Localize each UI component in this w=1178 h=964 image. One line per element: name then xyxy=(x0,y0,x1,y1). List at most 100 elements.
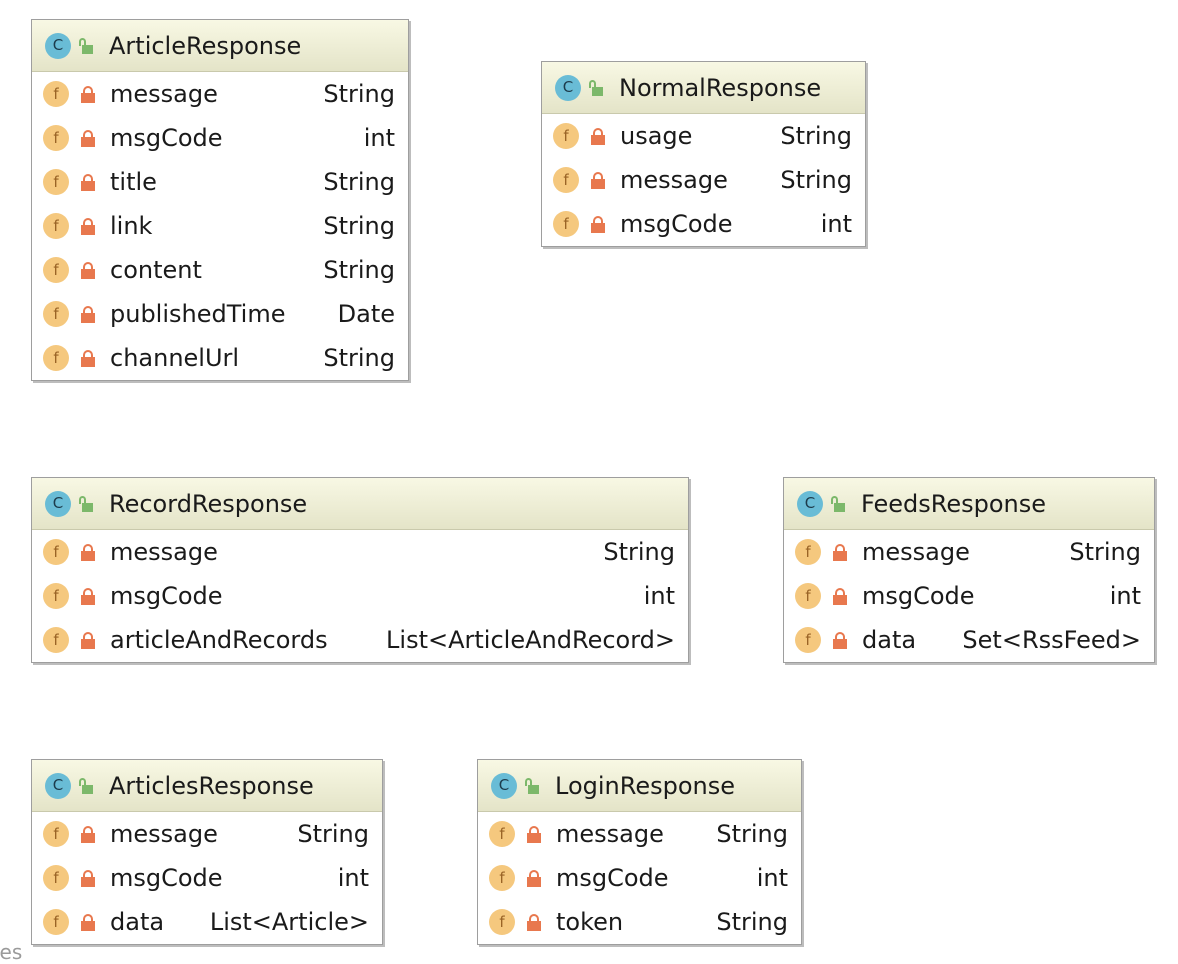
field-icon: f xyxy=(553,211,579,237)
field-name: content xyxy=(110,256,202,284)
field-row[interactable]: f data List<Article> xyxy=(32,900,382,944)
field-name: message xyxy=(556,820,664,848)
field-row[interactable]: f data Set<RssFeed> xyxy=(784,618,1154,662)
private-lock-icon xyxy=(591,215,605,233)
field-type: String xyxy=(780,166,852,194)
field-icon: f xyxy=(43,627,69,653)
field-type: List<ArticleAndRecord> xyxy=(386,626,675,654)
class-name: LoginResponse xyxy=(555,771,736,800)
class-header: C FeedsResponse xyxy=(784,478,1154,530)
field-type: String xyxy=(323,256,395,284)
class-header: C LoginResponse xyxy=(478,760,801,812)
field-name: message xyxy=(862,538,970,566)
field-icon: f xyxy=(43,865,69,891)
class-icon: C xyxy=(797,490,823,517)
class-name: ArticleResponse xyxy=(109,31,302,60)
class-header: C ArticleResponse xyxy=(32,20,408,72)
field-row[interactable]: f link String xyxy=(32,204,408,248)
field-type: String xyxy=(780,122,852,150)
public-unlock-icon xyxy=(79,495,95,513)
public-unlock-icon xyxy=(831,495,847,513)
field-icon: f xyxy=(489,909,515,935)
private-lock-icon xyxy=(527,869,541,887)
field-icon: f xyxy=(795,583,821,609)
class-box-normal-response[interactable]: C NormalResponse f usage String f messag… xyxy=(541,61,866,247)
field-icon: f xyxy=(489,821,515,847)
field-type: String xyxy=(716,908,788,936)
public-unlock-icon xyxy=(79,37,95,55)
field-type: String xyxy=(323,80,395,108)
field-type: String xyxy=(1069,538,1141,566)
field-name: token xyxy=(556,908,624,936)
private-lock-icon xyxy=(591,127,605,145)
class-name: FeedsResponse xyxy=(861,489,1047,518)
field-type: String xyxy=(323,344,395,372)
field-row[interactable]: f content String xyxy=(32,248,408,292)
field-name: channelUrl xyxy=(110,344,240,372)
field-row[interactable]: f message String xyxy=(32,812,382,856)
field-icon: f xyxy=(795,539,821,565)
private-lock-icon xyxy=(591,171,605,189)
field-name: publishedTime xyxy=(110,300,286,328)
field-row[interactable]: f message String xyxy=(478,812,801,856)
field-type: int xyxy=(820,210,852,238)
public-unlock-icon xyxy=(79,777,95,795)
field-row[interactable]: f token String xyxy=(478,900,801,944)
field-row[interactable]: f articleAndRecords List<ArticleAndRecor… xyxy=(32,618,688,662)
class-box-article-response[interactable]: C ArticleResponse f message String f msg… xyxy=(31,19,409,381)
field-row[interactable]: f msgCode int xyxy=(478,856,801,900)
private-lock-icon xyxy=(527,913,541,931)
field-row[interactable]: f msgCode int xyxy=(32,574,688,618)
private-lock-icon xyxy=(81,305,95,323)
class-icon: C xyxy=(555,74,581,101)
field-icon: f xyxy=(43,213,69,239)
field-row[interactable]: f publishedTime Date xyxy=(32,292,408,336)
field-row[interactable]: f msgCode int xyxy=(32,856,382,900)
field-row[interactable]: f msgCode int xyxy=(542,202,865,246)
field-type: int xyxy=(756,864,788,892)
field-type: int xyxy=(643,582,675,610)
class-box-feeds-response[interactable]: C FeedsResponse f message String f msgCo… xyxy=(783,477,1155,663)
field-name: message xyxy=(110,80,218,108)
private-lock-icon xyxy=(81,173,95,191)
field-row[interactable]: f msgCode int xyxy=(32,116,408,160)
field-type: List<Article> xyxy=(209,908,369,936)
private-lock-icon xyxy=(81,261,95,279)
private-lock-icon xyxy=(81,543,95,561)
class-box-login-response[interactable]: C LoginResponse f message String f msgCo… xyxy=(477,759,802,945)
public-unlock-icon xyxy=(525,777,541,795)
field-row[interactable]: f title String xyxy=(32,160,408,204)
private-lock-icon xyxy=(833,543,847,561)
field-name: msgCode xyxy=(556,864,669,892)
field-name: data xyxy=(110,908,165,936)
private-lock-icon xyxy=(833,587,847,605)
field-name: msgCode xyxy=(620,210,733,238)
class-box-record-response[interactable]: C RecordResponse f message String f msgC… xyxy=(31,477,689,663)
field-row[interactable]: f channelUrl String xyxy=(32,336,408,380)
field-row[interactable]: f message String xyxy=(784,530,1154,574)
field-type: String xyxy=(323,212,395,240)
field-type: int xyxy=(363,124,395,152)
field-name: msgCode xyxy=(110,864,223,892)
private-lock-icon xyxy=(81,913,95,931)
field-icon: f xyxy=(43,583,69,609)
field-icon: f xyxy=(43,345,69,371)
class-header: C RecordResponse xyxy=(32,478,688,530)
field-row[interactable]: f message String xyxy=(32,530,688,574)
field-icon: f xyxy=(43,169,69,195)
class-icon: C xyxy=(491,772,517,799)
public-unlock-icon xyxy=(589,79,605,97)
field-row[interactable]: f usage String xyxy=(542,114,865,158)
field-type: String xyxy=(716,820,788,848)
field-row[interactable]: f msgCode int xyxy=(784,574,1154,618)
field-icon: f xyxy=(43,539,69,565)
field-name: message xyxy=(110,538,218,566)
field-type: Date xyxy=(337,300,395,328)
field-row[interactable]: f message String xyxy=(542,158,865,202)
private-lock-icon xyxy=(527,825,541,843)
field-row[interactable]: f message String xyxy=(32,72,408,116)
field-name: articleAndRecords xyxy=(110,626,328,654)
field-name: msgCode xyxy=(110,582,223,610)
class-box-articles-response[interactable]: C ArticlesResponse f message String f ms… xyxy=(31,759,383,945)
private-lock-icon xyxy=(81,587,95,605)
